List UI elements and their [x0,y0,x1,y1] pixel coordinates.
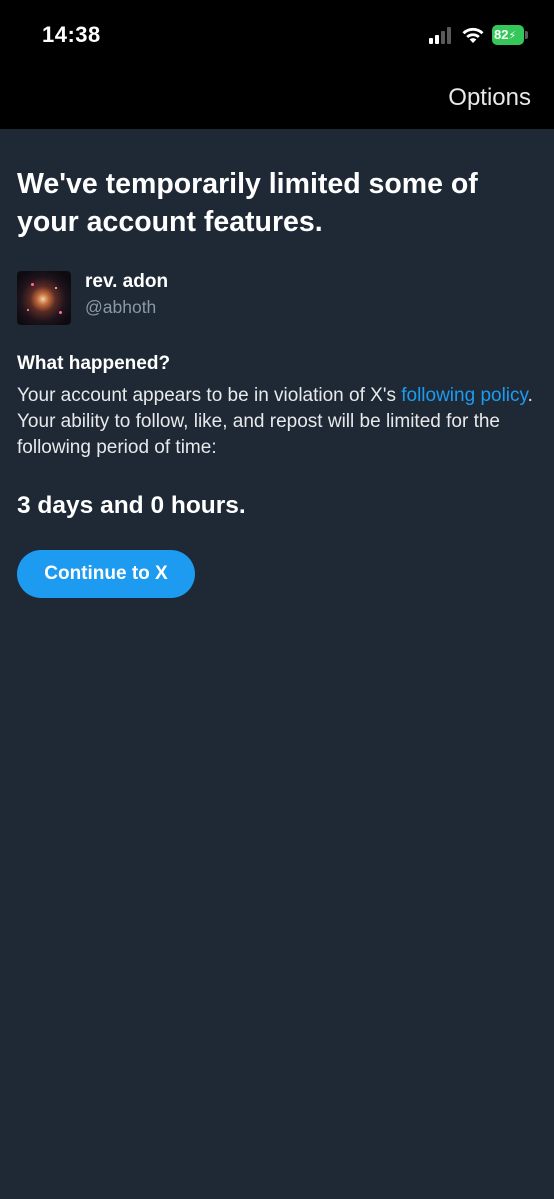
following-policy-link[interactable]: following policy [401,385,527,406]
battery-level: 82⚡ [492,25,524,45]
options-button[interactable]: Options [448,84,531,112]
battery-charging-icon: 82⚡ [492,25,528,45]
violation-description: Your account appears to be in violation … [17,383,537,461]
continue-button[interactable]: Continue to X [17,550,195,598]
display-name: rev. adon [85,271,169,292]
limit-notice: We've temporarily limited some of your a… [17,165,537,598]
top-nav-bar: Options [0,70,554,129]
page-title: We've temporarily limited some of your a… [17,168,478,238]
cellular-signal-icon [429,27,455,44]
account-info: rev. adon @abhoth [17,269,537,325]
limit-duration: 3 days and 0 hours. [17,492,246,519]
status-bar: 14:38 82⚡ [0,0,554,70]
user-handle: @abhoth [85,297,157,317]
description-text: Your account appears to be in violation … [17,385,402,406]
status-time: 14:38 [42,22,101,47]
section-title: What happened? [17,353,171,374]
avatar [17,271,71,325]
wifi-icon [462,27,484,43]
